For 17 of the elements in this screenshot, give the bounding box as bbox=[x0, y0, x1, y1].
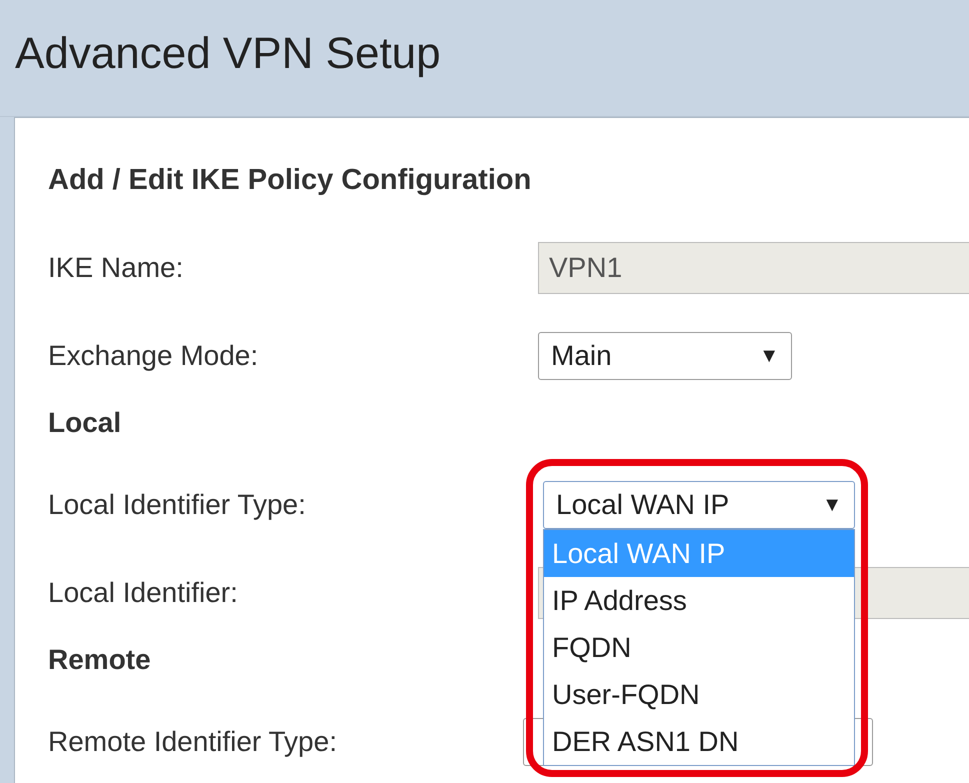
section-title: Add / Edit IKE Policy Configuration bbox=[48, 163, 532, 198]
field-label: Local Identifier: bbox=[48, 577, 238, 609]
field-label: IKE Name: bbox=[48, 252, 184, 284]
caret-icon: ▼ bbox=[759, 344, 779, 368]
dropdown-option[interactable]: User-FQDN bbox=[544, 671, 854, 718]
field-label: Local Identifier Type: bbox=[48, 489, 306, 521]
section-heading: Remote bbox=[48, 644, 151, 676]
section-heading: Local bbox=[48, 407, 122, 439]
dropdown-option[interactable]: FQDN bbox=[544, 624, 854, 671]
dropdown-select[interactable]: Local WAN IP ▼ bbox=[543, 481, 855, 529]
field-label: Remote Identifier Type: bbox=[48, 726, 337, 758]
dropdown-option[interactable]: IP Address bbox=[544, 577, 854, 624]
caret-icon: ▼ bbox=[822, 494, 842, 516]
dropdown-select[interactable]: Main ▼ bbox=[538, 332, 792, 380]
field-label: Exchange Mode: bbox=[48, 340, 258, 372]
page-title: Advanced VPN Setup bbox=[15, 29, 441, 79]
dropdown-option[interactable]: DER ASN1 DN bbox=[544, 718, 854, 765]
